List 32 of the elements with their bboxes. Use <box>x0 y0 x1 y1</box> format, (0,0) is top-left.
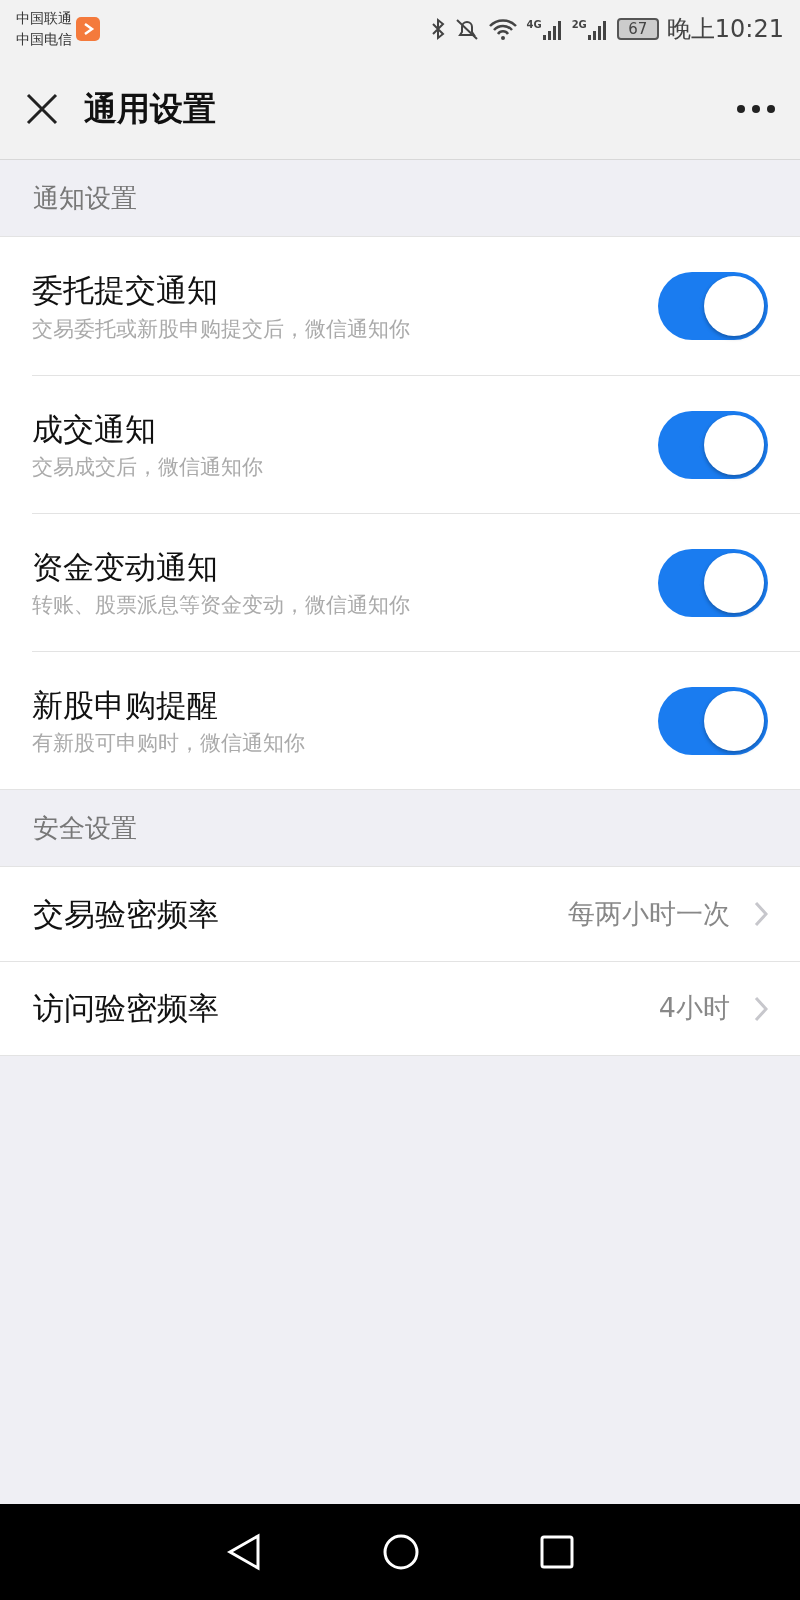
settings-row[interactable]: 交易验密频率 每两小时一次 <box>0 867 800 961</box>
network-label: 2G <box>571 18 587 32</box>
setting-label: 委托提交通知 <box>32 271 219 310</box>
more-icon[interactable] <box>736 103 776 114</box>
section-header: 安全设置 <box>33 811 137 845</box>
home-icon[interactable] <box>382 1533 420 1571</box>
setting-label: 新股申购提醒 <box>32 685 219 725</box>
setting-description: 交易委托或新股申购提交后，微信通知你 <box>32 315 410 343</box>
carrier-label: 中国电信 <box>16 30 72 49</box>
setting-value: 4小时 <box>658 991 730 1026</box>
section-header: 通知设置 <box>33 181 137 215</box>
chevron-right-icon <box>754 901 768 927</box>
bluetooth-icon <box>430 17 447 41</box>
setting-description: 交易成交后，微信通知你 <box>32 454 263 481</box>
back-icon[interactable] <box>226 1533 262 1571</box>
carrier-label: 中国联通 <box>16 9 72 28</box>
setting-description: 有新股可申购时，微信通知你 <box>32 730 305 757</box>
setting-label: 资金变动通知 <box>32 547 219 587</box>
network-label: 4G <box>526 18 542 32</box>
setting-value: 每两小时一次 <box>568 896 730 931</box>
battery-indicator: 67 <box>616 18 659 40</box>
wifi-icon <box>488 17 519 41</box>
setting-label: 访问验密频率 <box>33 989 219 1029</box>
page-title: 通用设置 <box>84 87 216 130</box>
app-notification-icon <box>76 17 100 42</box>
recent-apps-icon[interactable] <box>540 1535 574 1569</box>
clock-time: 晚上10:21 <box>666 14 784 45</box>
setting-label: 成交通知 <box>32 409 157 449</box>
chevron-right-icon <box>754 995 768 1022</box>
settings-row[interactable]: 访问验密频率 4小时 <box>0 961 800 1055</box>
setting-label: 交易验密频率 <box>33 894 219 934</box>
setting-description: 转账、股票派息等资金变动，微信通知你 <box>32 592 410 619</box>
